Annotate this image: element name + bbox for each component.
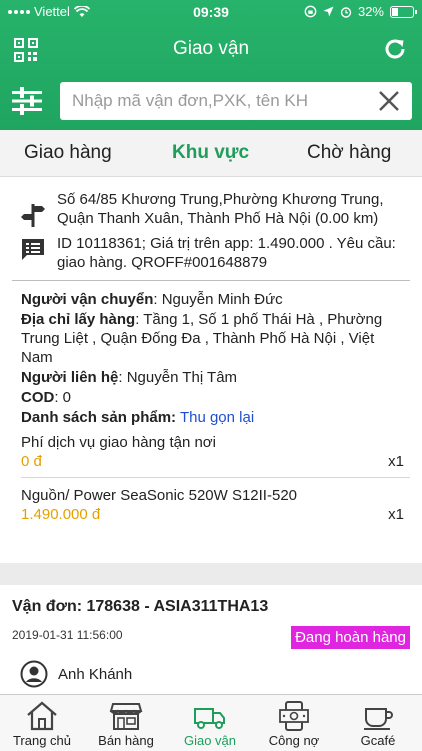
- nav-debt[interactable]: Công nợ: [252, 695, 336, 751]
- app-header: Viettel 09:39 32% Giao vận: [0, 0, 422, 130]
- delivery-address: Số 64/85 Khương Trung,Phường Khương Trun…: [57, 191, 384, 227]
- product-name: Phí dịch vụ giao hàng tận nơi: [21, 434, 216, 451]
- contact-value: : Nguyễn Thị Tâm: [118, 369, 238, 386]
- location-icon: [323, 6, 334, 17]
- clear-icon[interactable]: [378, 90, 400, 112]
- refresh-icon[interactable]: [382, 36, 408, 62]
- tab-giao-hang[interactable]: Giao hàng: [24, 142, 112, 164]
- nav-label: Bán hàng: [98, 733, 154, 748]
- nav-label: Trang chủ: [12, 733, 72, 748]
- carrier-label: Người vận chuyển: [21, 291, 154, 308]
- product-price: 1.490.000 đ: [21, 506, 101, 523]
- battery-icon: [390, 5, 417, 18]
- search-box: [60, 82, 412, 120]
- order-date: 2019-01-31 11:56:00: [12, 628, 123, 642]
- nav-sales[interactable]: Bán hàng: [84, 695, 168, 751]
- alarm-icon: [340, 6, 352, 18]
- home-icon: [27, 701, 57, 731]
- cod-value: : 0: [54, 389, 72, 406]
- battery-percent: 32%: [357, 4, 384, 19]
- search-row: [0, 80, 422, 122]
- nav-label: Giao vận: [183, 733, 237, 748]
- coffee-cup-icon: [364, 708, 393, 730]
- carrier-value: : Nguyễn Minh Đức: [153, 291, 283, 308]
- debt-phone-icon: [279, 701, 309, 731]
- section-gap: [0, 563, 422, 585]
- pickup-label: Địa chỉ lấy hàng: [21, 311, 136, 328]
- status-badge: Đang hoàn hàng: [291, 626, 410, 649]
- nav-gcafe[interactable]: Gcafé: [336, 695, 420, 751]
- filter-sliders-icon[interactable]: [12, 86, 42, 116]
- tab-khu-vuc[interactable]: Khu vực: [172, 142, 249, 164]
- user-name: Anh Khánh: [58, 665, 133, 683]
- product-price: 0 đ: [21, 453, 42, 470]
- nav-label: Công nợ: [268, 733, 320, 748]
- rotation-lock-icon: [304, 5, 317, 18]
- page-title: Giao vận: [172, 38, 250, 59]
- product-item: Nguồn/ Power SeaSonic 520W S12II-520 1.4…: [21, 486, 410, 524]
- delivery-card[interactable]: Số 64/85 Khương Trung,Phường Khương Trun…: [12, 186, 410, 524]
- signpost-icon: [21, 204, 45, 227]
- product-qty: x1: [388, 453, 404, 470]
- title-bar: Giao vận: [0, 28, 422, 72]
- contact-line: Người liên hệ: Nguyễn Thị Tâm: [21, 368, 410, 387]
- message-icon: [22, 239, 44, 260]
- products-line: Danh sách sản phẩm: Thu gọn lại: [21, 408, 410, 427]
- cod-line: COD: 0: [21, 388, 410, 407]
- order-note: ID 10118361; Giá trị trên app: 1.490.000…: [57, 235, 396, 271]
- nav-delivery[interactable]: Giao vận: [168, 695, 252, 751]
- order-card[interactable]: Vận đơn: 178638 - ASIA311THA13 2019-01-3…: [12, 598, 410, 688]
- tab-bar: Giao hàng Khu vực Chờ hàng: [0, 130, 422, 177]
- nav-label: Gcafé: [360, 733, 396, 748]
- cod-label: COD: [21, 389, 55, 406]
- contact-label: Người liên hệ: [21, 369, 119, 386]
- product-item: Phí dịch vụ giao hàng tận nơi 0 đ x1: [21, 433, 410, 471]
- address-row: Số 64/85 Khương Trung,Phường Khương Trun…: [12, 190, 410, 228]
- divider: [12, 280, 410, 281]
- bottom-nav: Trang chủ Bán hàng Giao vận Công nợ Gcaf…: [0, 694, 422, 751]
- products-label: Danh sách sản phẩm:: [21, 409, 177, 426]
- search-input[interactable]: [70, 82, 364, 120]
- order-user: Anh Khánh: [20, 660, 132, 688]
- product-divider: [21, 477, 410, 478]
- collapse-link[interactable]: Thu gọn lại: [180, 409, 254, 426]
- truck-icon: [194, 708, 225, 729]
- note-row: ID 10118361; Giá trị trên app: 1.490.000…: [12, 234, 410, 272]
- status-right: 32%: [304, 4, 417, 19]
- user-avatar-icon: [20, 660, 48, 688]
- product-name: Nguồn/ Power SeaSonic 520W S12II-520: [21, 487, 297, 504]
- product-qty: x1: [388, 506, 404, 523]
- tab-cho-hang[interactable]: Chờ hàng: [307, 142, 391, 164]
- store-icon: [109, 703, 143, 730]
- nav-home[interactable]: Trang chủ: [0, 695, 84, 751]
- waybill-number: Vận đơn: 178638 - ASIA311THA13: [12, 598, 269, 615]
- pickup-line: Địa chỉ lấy hàng: Tầng 1, Số 1 phố Thái …: [21, 310, 410, 367]
- status-bar: Viettel 09:39 32%: [0, 0, 422, 24]
- carrier-line: Người vận chuyển: Nguyễn Minh Đức: [21, 290, 410, 309]
